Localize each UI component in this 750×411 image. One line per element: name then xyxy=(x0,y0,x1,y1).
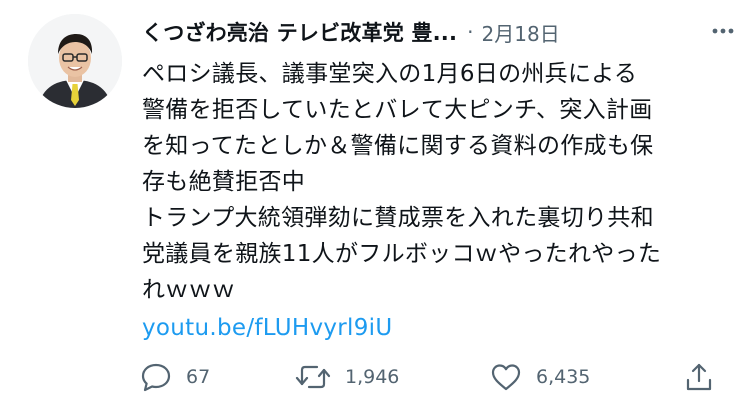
like-button[interactable]: 6,435 xyxy=(490,362,590,392)
reply-count: 67 xyxy=(186,366,211,388)
tweet-text-paragraph-1: ペロシ議長、議事堂突入の1月6日の州兵による 警備を拒否していたとバレて大ピンチ… xyxy=(142,61,654,195)
retweet-button[interactable]: 1,946 xyxy=(295,362,399,392)
avatar-image xyxy=(28,14,122,108)
reply-icon xyxy=(140,362,172,392)
tweet-header: くつざわ亮治 テレビ改革党 豊... · 2月18日 xyxy=(142,14,734,50)
like-count: 6,435 xyxy=(536,366,591,388)
more-icon[interactable] xyxy=(708,18,738,44)
share-button[interactable] xyxy=(685,362,713,392)
retweet-icon xyxy=(295,362,331,392)
tweet[interactable]: くつざわ亮治 テレビ改革党 豊... · 2月18日 ペロシ議長、議事堂突入の1… xyxy=(0,0,750,411)
tweet-actions: 67 1,946 6,435 xyxy=(140,362,725,396)
tweet-date[interactable]: 2月18日 xyxy=(482,18,560,47)
header-separator: · xyxy=(467,20,474,44)
tweet-text: ペロシ議長、議事堂突入の1月6日の州兵による 警備を拒否していたとバレて大ピンチ… xyxy=(142,56,732,346)
reply-button[interactable]: 67 xyxy=(140,362,210,392)
share-icon xyxy=(685,362,713,392)
avatar[interactable] xyxy=(28,14,122,108)
retweet-count: 1,946 xyxy=(345,366,400,388)
author-name[interactable]: くつざわ亮治 テレビ改革党 豊... xyxy=(142,17,457,47)
tweet-content: くつざわ亮治 テレビ改革党 豊... · 2月18日 ペロシ議長、議事堂突入の1… xyxy=(142,14,734,346)
like-icon xyxy=(490,362,522,392)
tweet-text-paragraph-2: トランプ大統領弾劾に賛成票を入れた裏切り共和 党議員を親族11人がフルボッコｗや… xyxy=(142,205,662,303)
tweet-link[interactable]: youtu.be/fLUHvyrl9iU xyxy=(142,310,393,346)
